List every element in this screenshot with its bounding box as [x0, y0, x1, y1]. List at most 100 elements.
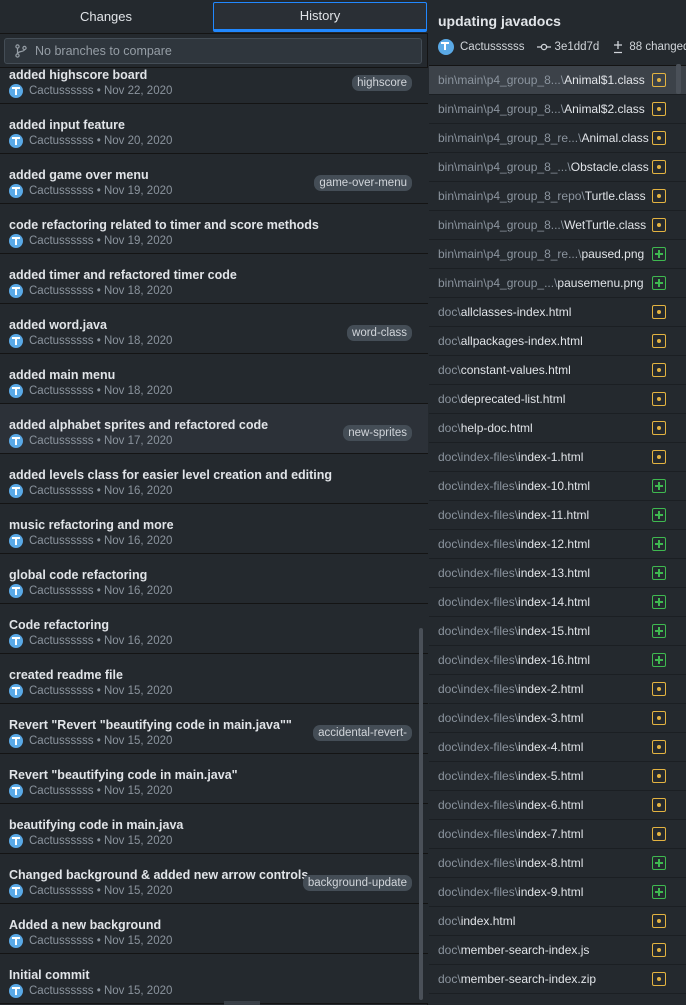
- commit-row[interactable]: code refactoring related to timer and sc…: [0, 204, 428, 254]
- file-modified-icon: [652, 740, 666, 754]
- commit-row[interactable]: added game over menu Cactussssss • Nov 19…: [0, 154, 428, 204]
- changed-file-row[interactable]: doc\index-files\index-11.html: [429, 501, 686, 530]
- commit-row[interactable]: Initial commit Cactussssss • Nov 15, 2020: [0, 954, 428, 1004]
- commit-row-author: Cactussssss: [29, 235, 94, 247]
- commit-list-scrollbar[interactable]: [419, 628, 423, 1000]
- changed-file-row[interactable]: doc\index-files\index-5.html: [429, 762, 686, 791]
- changed-file-row[interactable]: doc\index-files\index-1.html: [429, 443, 686, 472]
- resize-handle[interactable]: [224, 1001, 260, 1005]
- commit-row-meta: Cactussssss • Nov 18, 2020: [9, 334, 172, 348]
- commit-row-meta: Cactussssss • Nov 15, 2020: [9, 884, 172, 898]
- changed-file-row[interactable]: doc\help-doc.html: [429, 414, 686, 443]
- file-name: Animal$1.class: [564, 73, 645, 87]
- tab-bar: Changes History: [0, 0, 428, 34]
- commit-row[interactable]: added input feature Cactussssss • Nov 20,…: [0, 104, 428, 154]
- avatar: [9, 184, 23, 198]
- file-dir: doc\: [438, 305, 461, 319]
- changed-file-row[interactable]: bin\main\p4_group_8...\Animal$2.class: [429, 95, 686, 124]
- changed-file-row[interactable]: doc\index-files\index-3.html: [429, 704, 686, 733]
- file-path: doc\member-search-index.zip: [438, 972, 596, 986]
- meta-separator: •: [93, 985, 104, 997]
- changed-file-row[interactable]: bin\main\p4_group_8_re...\paused.png: [429, 240, 686, 269]
- tab-history[interactable]: History: [213, 2, 427, 32]
- avatar: [9, 784, 23, 798]
- changed-file-row[interactable]: doc\index-files\index-7.html: [429, 820, 686, 849]
- changed-file-row[interactable]: bin\main\p4_group_8_...\Obstacle.class: [429, 153, 686, 182]
- commit-row[interactable]: Added a new background Cactussssss • Nov …: [0, 904, 428, 954]
- changed-files-count: 88 changed files: [629, 41, 686, 53]
- commit-list[interactable]: added highscore board Cactussssss • Nov 2…: [0, 68, 428, 1005]
- changed-file-row[interactable]: doc\member-search-index.zip: [429, 965, 686, 994]
- changed-file-row[interactable]: doc\index-files\index-9.html: [429, 878, 686, 907]
- file-name: help-doc.html: [460, 421, 533, 435]
- file-list-scrollbar[interactable]: [676, 64, 681, 94]
- commit-row[interactable]: added alphabet sprites and refactored co…: [0, 404, 428, 454]
- changed-file-row[interactable]: doc\index-files\index-6.html: [429, 791, 686, 820]
- commit-row-title: created readme file: [9, 668, 123, 682]
- commit-row[interactable]: global code refactoring Cactussssss • Nov…: [0, 554, 428, 604]
- file-dir: bin\main\p4_group_...\: [438, 276, 558, 290]
- commit-row[interactable]: added highscore board Cactussssss • Nov 2…: [0, 68, 428, 104]
- changed-file-row[interactable]: bin\main\p4_group_8_repo\Turtle.class: [429, 182, 686, 211]
- commit-row-title: added input feature: [9, 118, 125, 132]
- avatar: [9, 334, 23, 348]
- changed-file-row[interactable]: doc\constant-values.html: [429, 356, 686, 385]
- changed-file-row[interactable]: doc\allpackages-index.html: [429, 327, 686, 356]
- commit-row[interactable]: added word.java Cactussssss • Nov 18, 202…: [0, 304, 428, 354]
- changed-file-row[interactable]: doc\index-files\index-10.html: [429, 472, 686, 501]
- file-dir: doc\: [438, 392, 461, 406]
- changed-file-row[interactable]: doc\member-search-index.js: [429, 936, 686, 965]
- file-path: doc\index-files\index-5.html: [438, 769, 583, 783]
- changed-file-row[interactable]: doc\index-files\index-16.html: [429, 646, 686, 675]
- commit-row[interactable]: created readme file Cactussssss • Nov 15,…: [0, 654, 428, 704]
- changed-file-row[interactable]: bin\main\p4_group_...\pausemenu.png: [429, 269, 686, 298]
- file-path: doc\index-files\index-7.html: [438, 827, 583, 841]
- tab-changes[interactable]: Changes: [0, 2, 212, 32]
- changed-file-row[interactable]: doc\index-files\index-13.html: [429, 559, 686, 588]
- changed-file-row[interactable]: bin\main\p4_group_8...\WetTurtle.class: [429, 211, 686, 240]
- changed-file-row[interactable]: doc\index-files\index-8.html: [429, 849, 686, 878]
- commit-row[interactable]: added timer and refactored timer code Cac…: [0, 254, 428, 304]
- file-path: doc\allpackages-index.html: [438, 334, 583, 348]
- file-path: doc\index-files\index-13.html: [438, 566, 590, 580]
- file-dir: doc\: [438, 334, 461, 348]
- changed-file-row[interactable]: doc\index-files\index-14.html: [429, 588, 686, 617]
- changed-file-row[interactable]: doc\deprecated-list.html: [429, 385, 686, 414]
- file-name: index-13.html: [518, 566, 591, 580]
- file-path: doc\allclasses-index.html: [438, 305, 571, 319]
- commit-sha[interactable]: 3e1dd7d: [555, 41, 600, 53]
- commit-row[interactable]: beautifying code in main.java Cactussssss…: [0, 804, 428, 854]
- branch-compare-box[interactable]: [4, 38, 422, 64]
- commit-row[interactable]: added levels class for easier level crea…: [0, 454, 428, 504]
- file-modified-icon: [652, 450, 666, 464]
- commit-row-date: Nov 22, 2020: [103, 85, 173, 97]
- commit-row[interactable]: added main menu Cactussssss • Nov 18, 202…: [0, 354, 428, 404]
- commit-row[interactable]: Changed background & added new arrow con…: [0, 854, 428, 904]
- changed-file-row[interactable]: doc\allclasses-index.html: [429, 298, 686, 327]
- branch-compare-input[interactable]: [35, 39, 415, 63]
- changed-file-row[interactable]: doc\index-files\index-12.html: [429, 530, 686, 559]
- file-added-icon: [652, 508, 666, 522]
- changed-file-row[interactable]: doc\index-files\index-4.html: [429, 733, 686, 762]
- meta-separator: •: [93, 335, 104, 347]
- commit-row-author: Cactussssss: [29, 635, 94, 647]
- changed-file-row[interactable]: doc\index-files\index-15.html: [429, 617, 686, 646]
- commit-row[interactable]: Code refactoring Cactussssss • Nov 16, 20…: [0, 604, 428, 654]
- commit-row[interactable]: Revert "Revert "beautifying code in main…: [0, 704, 428, 754]
- changed-file-list[interactable]: bin\main\p4_group_8...\Animal$1.class bin…: [429, 66, 686, 994]
- commit-row[interactable]: music refactoring and more Cactussssss • …: [0, 504, 428, 554]
- changed-file-row[interactable]: bin\main\p4_group_8...\Animal$1.class: [429, 66, 686, 95]
- commit-row[interactable]: Revert "beautifying code in main.java" Ca…: [0, 754, 428, 804]
- file-path: doc\index-files\index-6.html: [438, 798, 583, 812]
- commit-title: updating javadocs: [438, 13, 561, 29]
- file-dir: doc\index-files\: [438, 856, 519, 870]
- changed-file-row[interactable]: bin\main\p4_group_8_re...\Animal.class: [429, 124, 686, 153]
- file-name: index-5.html: [518, 769, 584, 783]
- avatar: [9, 834, 23, 848]
- file-path: doc\index-files\index-9.html: [438, 885, 583, 899]
- file-dir: doc\index-files\: [438, 595, 519, 609]
- file-modified-icon: [652, 972, 666, 986]
- file-added-icon: [652, 856, 666, 870]
- changed-file-row[interactable]: doc\index.html: [429, 907, 686, 936]
- changed-file-row[interactable]: doc\index-files\index-2.html: [429, 675, 686, 704]
